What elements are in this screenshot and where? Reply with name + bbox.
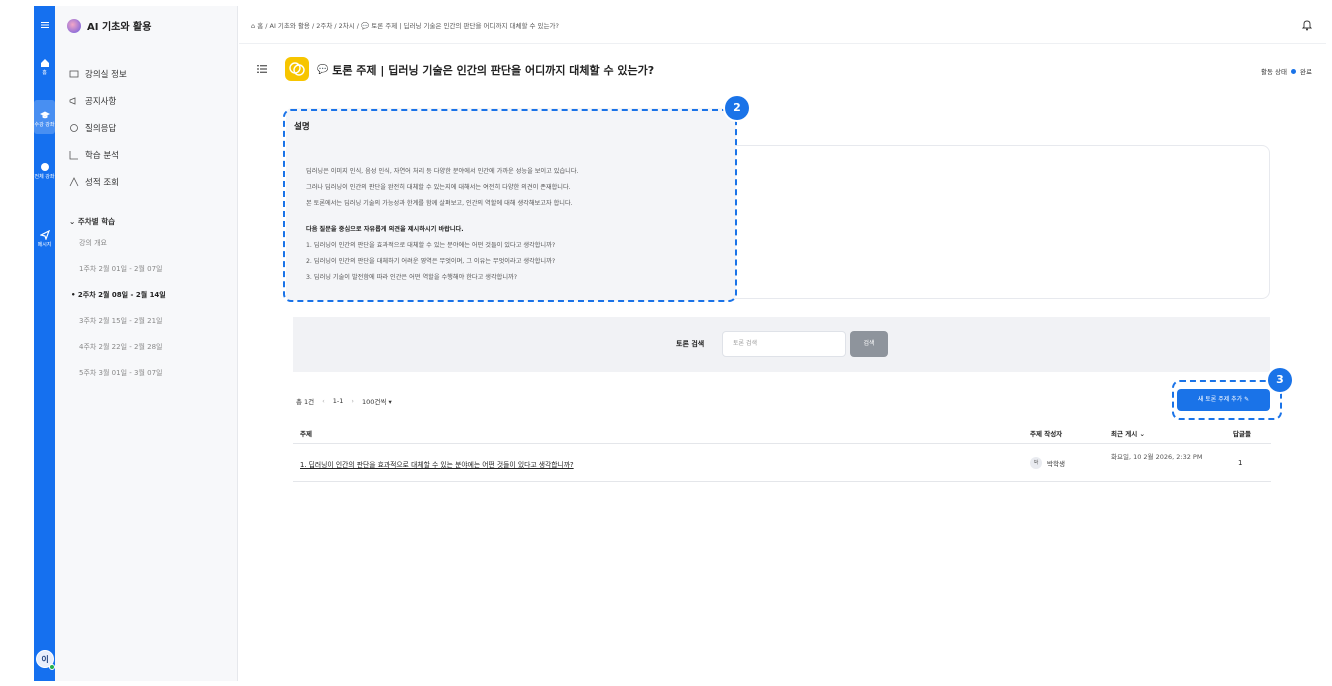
- chat-icon: [70, 124, 78, 132]
- list-icon[interactable]: [257, 65, 267, 73]
- sidebar-item-label: 질의응답: [85, 124, 117, 134]
- user-avatar-initial: 이: [41, 655, 49, 664]
- rail-item-home-label: 홈: [42, 70, 47, 76]
- chevron-down-icon: ⌄: [69, 217, 78, 226]
- next-page-icon[interactable]: ›: [351, 397, 354, 405]
- rail-item-all-courses[interactable]: 전체 강좌: [34, 162, 55, 180]
- rail-item-home[interactable]: 홈: [34, 58, 55, 76]
- speech-bubble-icon: 💬: [317, 65, 329, 75]
- page-title-text: 토론 주제 | 딥러닝 기술은 인간의 판단을 어디까지 대체할 수 있는가?: [332, 64, 655, 77]
- graduation-cap-icon: [39, 111, 50, 119]
- week-item-4[interactable]: 4주차 2월 22일 - 2월 28일: [79, 342, 162, 352]
- week-item-2-label: 2주차 2월 08일 - 2월 14일: [77, 291, 166, 299]
- megaphone-icon: [69, 97, 76, 105]
- globe-icon: [40, 163, 49, 171]
- board-icon: [69, 70, 79, 78]
- column-header-topic: 주제: [300, 430, 312, 438]
- forum-icon: [285, 57, 309, 81]
- author-name: 박학생: [1047, 460, 1065, 468]
- search-input[interactable]: 토론 검색: [722, 331, 846, 357]
- week-item-3[interactable]: 3주차 2월 15일 - 2월 21일: [79, 316, 162, 326]
- add-topic-label: 새 토론 주제 추가: [1197, 396, 1243, 403]
- week-item-overview[interactable]: 강의 개요: [79, 238, 107, 248]
- rail-item-all-courses-label: 전체 강좌: [34, 174, 55, 180]
- rail-item-messages-label: 메시지: [37, 242, 52, 248]
- bell-icon[interactable]: [1302, 19, 1312, 31]
- app-window: 홈 수강 강좌 전체 강좌 메시지 이 AI 기초와 활용 강의실 정보 공지사…: [0, 0, 1332, 686]
- sidebar-item-analytics[interactable]: 학습 분석: [69, 149, 119, 161]
- callout-marker-3: 3: [1268, 368, 1292, 392]
- course-header[interactable]: AI 기초와 활용: [67, 18, 151, 33]
- status-label: 활동 상태: [1261, 68, 1288, 76]
- breadcrumb[interactable]: ⌂ 홈 / AI 기초와 활용 / 2주차 / 2차시 / 💬 토론 주제 | …: [251, 20, 559, 30]
- week-item-5[interactable]: 5주차 3월 01일 - 3월 07일: [79, 368, 162, 378]
- week-item-2[interactable]: • 2주차 2월 08일 - 2월 14일: [71, 290, 166, 300]
- table-row: 1. 딥러닝이 인간의 판단을 효과적으로 대체할 수 있는 분야에는 어떤 것…: [293, 446, 1271, 482]
- column-header-author: 주제 작성자: [1030, 430, 1063, 438]
- description-heading: 설명: [294, 122, 310, 132]
- rail-item-messages[interactable]: 메시지: [34, 230, 55, 248]
- page-title: 💬 토론 주제 | 딥러닝 기술은 인간의 판단을 어디까지 대체할 수 있는가…: [317, 62, 654, 78]
- description-line-1: 딥러닝은 이미지 인식, 음성 인식, 자연어 처리 등 다양한 분야에서 인간…: [306, 168, 579, 175]
- topic-author: 박 박학생: [1030, 457, 1065, 469]
- send-icon: [39, 230, 50, 240]
- week-section-label: 주차별 학습: [77, 217, 116, 226]
- analytics-icon: [69, 151, 78, 160]
- search-label: 토론 검색: [676, 340, 705, 348]
- add-topic-button[interactable]: 새 토론 주제 추가 ✎: [1177, 389, 1270, 411]
- pagination: 총 1건 ‹ 1-1 › 100건씩 ▾: [296, 396, 392, 406]
- global-rail-items: 홈 수강 강좌 전체 강좌 메시지: [34, 6, 55, 681]
- course-sidebar: AI 기초와 활용 강의실 정보 공지사항 질의응답 학습 분석 성적 조회 ⌄…: [55, 6, 238, 681]
- column-header-replies: 답글들: [1233, 430, 1251, 438]
- course-logo: [67, 18, 81, 33]
- page-range: 1-1: [332, 397, 344, 405]
- sidebar-item-course-info[interactable]: 강의실 정보: [69, 68, 127, 80]
- table-header: 주제 주제 작성자 최근 게시 ⌄ 답글들: [293, 422, 1271, 444]
- column-header-last-post[interactable]: 최근 게시 ⌄: [1111, 428, 1145, 438]
- callout-marker-2: 2: [725, 96, 749, 120]
- week-section-toggle[interactable]: ⌄ 주차별 학습: [69, 216, 115, 227]
- grade-icon: [69, 177, 79, 187]
- description-question-2: 2. 딥러닝이 인간의 판단을 대체하기 어려운 영역은 무엇이며, 그 이유는…: [306, 258, 556, 265]
- last-post-time: 화요일, 10 2월 2026, 2:32 PM: [1111, 453, 1203, 461]
- page-title-row: 💬 토론 주제 | 딥러닝 기술은 인간의 판단을 어디까지 대체할 수 있는가…: [239, 54, 1326, 88]
- sidebar-item-label: 공지사항: [85, 97, 117, 107]
- sidebar-item-label: 학습 분석: [85, 151, 119, 161]
- activity-status: 활동 상태 완료: [1261, 66, 1312, 76]
- search-button[interactable]: 검색: [850, 331, 888, 357]
- sidebar-item-grades[interactable]: 성적 조회: [69, 176, 119, 188]
- description-line-3: 본 토론에서는 딥러닝 기술의 가능성과 한계를 함께 살펴보고, 인간의 역할…: [306, 200, 573, 207]
- description-question-3: 3. 딥러닝 기술이 발전함에 따라 인간은 어떤 역할을 수행해야 한다고 생…: [306, 274, 518, 281]
- sidebar-item-qna[interactable]: 질의응답: [69, 122, 116, 134]
- rail-item-my-courses[interactable]: 수강 강좌: [34, 110, 55, 128]
- top-header: ⌂ 홈 / AI 기초와 활용 / 2주차 / 2차시 / 💬 토론 주제 | …: [239, 6, 1326, 44]
- description-line-2: 그러나 딥러닝이 인간의 판단을 완전히 대체할 수 있는지에 대해서는 여전히…: [306, 184, 571, 191]
- status-value: 완료: [1300, 68, 1312, 76]
- topic-link[interactable]: 1. 딥러닝이 인간의 판단을 효과적으로 대체할 수 있는 분야에는 어떤 것…: [300, 459, 574, 469]
- week-item-1[interactable]: 1주차 2월 01일 - 2월 07일: [79, 264, 162, 274]
- current-week-bullet: •: [71, 291, 78, 299]
- prev-page-icon[interactable]: ‹: [322, 397, 325, 405]
- sidebar-item-label: 성적 조회: [85, 178, 119, 188]
- total-count: 총 1건: [296, 398, 315, 406]
- reply-count: 1: [1238, 459, 1243, 467]
- home-icon: [40, 59, 49, 67]
- per-page-select[interactable]: 100건씩 ▾: [362, 396, 392, 406]
- description-question-intro: 다음 질문을 중심으로 자유롭게 의견을 제시하시기 바랍니다.: [306, 226, 464, 233]
- course-title: AI 기초와 활용: [87, 22, 152, 33]
- pencil-icon: ✎: [1244, 396, 1250, 403]
- sidebar-item-label: 강의실 정보: [85, 70, 127, 80]
- breadcrumb-text: 홈 / AI 기초와 활용 / 2주차 / 2차시 / 💬 토론 주제 | 딥러…: [257, 22, 559, 30]
- sidebar-item-notices[interactable]: 공지사항: [69, 95, 116, 107]
- status-dot: [1291, 68, 1297, 74]
- description-question-1: 1. 딥러닝이 인간의 판단을 효과적으로 대체할 수 있는 분야에는 어떤 것…: [306, 242, 556, 249]
- menu-icon[interactable]: [34, 20, 55, 32]
- avatar: 박: [1030, 457, 1042, 469]
- rail-item-my-courses-label: 수강 강좌: [34, 122, 55, 128]
